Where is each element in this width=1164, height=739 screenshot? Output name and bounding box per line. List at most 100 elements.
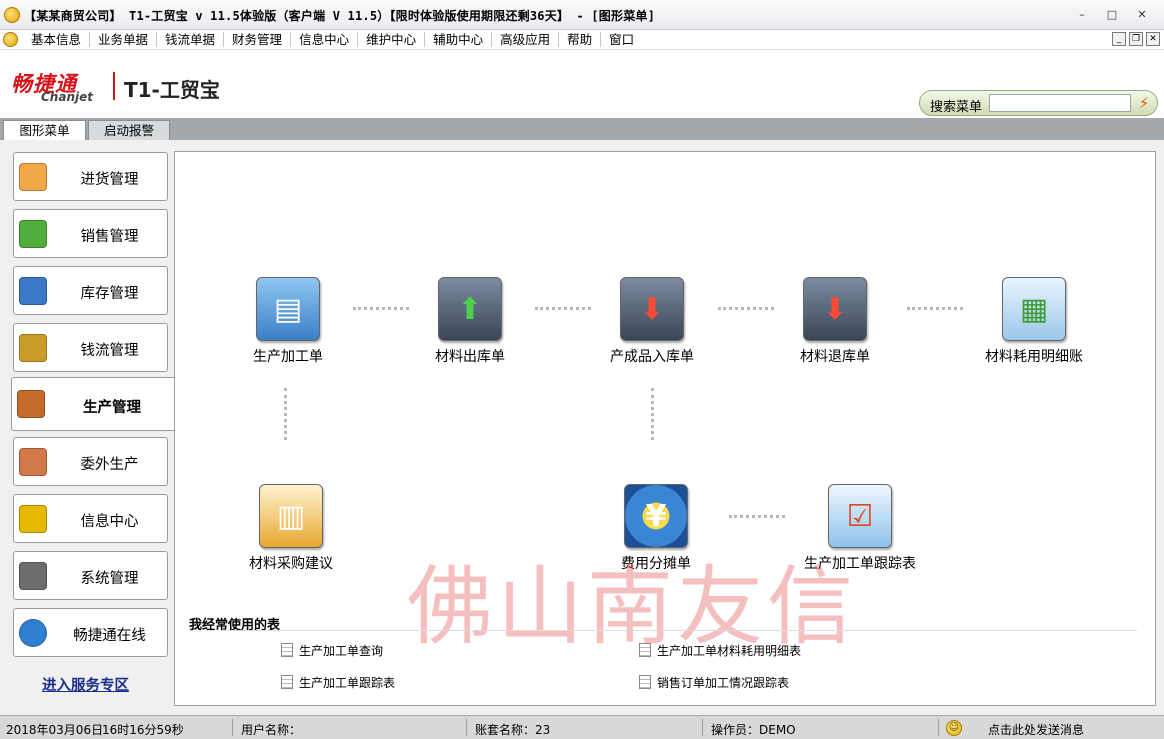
flow-connector bbox=[729, 515, 785, 518]
mdi-restore-button[interactable]: ❐ bbox=[1129, 32, 1143, 46]
status-time: 16时16分59秒 bbox=[102, 723, 184, 737]
status-divider bbox=[938, 719, 939, 736]
menu-cashflow-docs[interactable]: 钱流单据 bbox=[157, 32, 225, 47]
menu-app-icon[interactable] bbox=[3, 32, 18, 47]
nav-production[interactable]: 生产管理 bbox=[11, 377, 174, 431]
flow-production-order[interactable]: ▤ 生产加工单 bbox=[213, 277, 363, 366]
menu-maintenance[interactable]: 维护中心 bbox=[358, 32, 426, 47]
nav-label: 委外生产 bbox=[80, 457, 139, 473]
brand-header: 畅捷通 Chanjet T1-工贸宝 搜索菜单 ⚡ bbox=[0, 50, 1164, 118]
nav-label: 信息中心 bbox=[80, 514, 139, 530]
menu-business-docs[interactable]: 业务单据 bbox=[90, 32, 158, 47]
status-bar: 2018年03月06日 16时16分59秒 用户名称： 账套名称：23 操作员：… bbox=[0, 715, 1164, 739]
status-date: 2018年03月06日 bbox=[6, 723, 104, 737]
nav-sales[interactable]: 销售管理 bbox=[13, 209, 168, 258]
cashflow-icon bbox=[19, 334, 47, 362]
nav-label: 销售管理 bbox=[80, 229, 139, 245]
online-globe-icon bbox=[19, 619, 47, 647]
nav-inventory[interactable]: 库存管理 bbox=[13, 266, 168, 315]
system-settings-icon bbox=[19, 562, 47, 590]
mdi-close-button[interactable]: ✕ bbox=[1146, 32, 1160, 46]
fav-link-sales-tracking[interactable]: 销售订单加工情况跟踪表 bbox=[639, 674, 789, 691]
production-order-icon: ▤ bbox=[256, 277, 320, 341]
menu-advanced[interactable]: 高级应用 bbox=[492, 32, 560, 47]
search-label: 搜索菜单 bbox=[930, 100, 983, 115]
module-nav: 进货管理 销售管理 库存管理 钱流管理 生产管理 委外生产 信息中心 系统管理 bbox=[0, 140, 174, 715]
status-user: 用户名称： bbox=[241, 723, 302, 737]
menu-help[interactable]: 帮助 bbox=[559, 32, 602, 47]
flow-material-return[interactable]: ⬇ 材料退库单 bbox=[760, 277, 910, 366]
nav-info-center[interactable]: 信息中心 bbox=[13, 494, 168, 543]
nav-label: 畅捷通在线 bbox=[73, 628, 146, 644]
flow-connector bbox=[284, 388, 287, 440]
flow-panel: ▤ 生产加工单 ⬆ 材料出库单 ⬇ 产成品入库单 ⬇ 材料退库单 ▦ 材料耗用明… bbox=[174, 151, 1156, 706]
service-zone-link[interactable]: 进入服务专区 bbox=[42, 674, 129, 695]
menu-finance[interactable]: 财务管理 bbox=[224, 32, 292, 47]
status-divider bbox=[232, 719, 233, 736]
nav-label: 系统管理 bbox=[80, 571, 139, 587]
flow-label: 产成品入库单 bbox=[610, 349, 694, 365]
menu-window[interactable]: 窗口 bbox=[601, 32, 642, 47]
mdi-minimize-button[interactable]: _ bbox=[1112, 32, 1126, 46]
tab-startup-alerts[interactable]: 启动报警 bbox=[88, 120, 170, 140]
fav-link-material-usage[interactable]: 生产加工单材料耗用明细表 bbox=[639, 642, 801, 659]
favorites-divider bbox=[223, 630, 1137, 631]
production-icon bbox=[17, 390, 45, 418]
smiley-icon[interactable]: ☺ bbox=[946, 720, 962, 736]
flow-label: 材料退库单 bbox=[800, 349, 870, 365]
flow-connector bbox=[651, 388, 654, 440]
flow-label: 生产加工单 bbox=[253, 349, 323, 365]
flow-material-out[interactable]: ⬆ 材料出库单 bbox=[395, 277, 545, 366]
product-name: T1-工贸宝 bbox=[124, 78, 220, 102]
send-message-link[interactable]: 点击此处发送消息 bbox=[988, 721, 1084, 738]
nav-label: 生产管理 bbox=[83, 400, 141, 416]
flow-label: 材料出库单 bbox=[435, 349, 505, 365]
document-icon bbox=[281, 675, 293, 689]
flow-material-usage[interactable]: ▦ 材料耗用明细账 bbox=[959, 277, 1109, 366]
flow-product-in[interactable]: ⬇ 产成品入库单 bbox=[577, 277, 727, 366]
status-account: 账套名称：23 bbox=[475, 723, 551, 737]
document-icon bbox=[639, 643, 651, 657]
flow-connector bbox=[907, 307, 963, 310]
nav-system[interactable]: 系统管理 bbox=[13, 551, 168, 600]
close-button[interactable]: ✕ bbox=[1131, 6, 1153, 24]
fav-link-order-tracking[interactable]: 生产加工单跟踪表 bbox=[281, 674, 395, 691]
favorites-section: 我经常使用的表 生产加工单查询 生产加工单材料耗用明细表 生产加工单跟踪表 销售… bbox=[189, 614, 1141, 690]
document-icon bbox=[639, 675, 651, 689]
menu-basic-info[interactable]: 基本信息 bbox=[23, 32, 91, 47]
flow-label: 材料采购建议 bbox=[249, 556, 333, 572]
outsourcing-icon bbox=[19, 448, 47, 476]
window-title: 【某某商贸公司】 T1-工贸宝 v 11.5体验版（客户端 V 11.5）【限时… bbox=[24, 9, 656, 23]
status-divider bbox=[466, 719, 467, 736]
maximize-button[interactable]: □ bbox=[1101, 6, 1123, 24]
menu-bar: 基本信息 业务单据 钱流单据 财务管理 信息中心 维护中心 辅助中心 高级应用 … bbox=[0, 30, 1164, 50]
product-in-icon: ⬇ bbox=[620, 277, 684, 341]
purchase-icon bbox=[19, 163, 47, 191]
nav-label: 钱流管理 bbox=[80, 343, 139, 359]
nav-purchase[interactable]: 进货管理 bbox=[13, 152, 168, 201]
logo-divider bbox=[113, 72, 115, 100]
document-icon bbox=[281, 643, 293, 657]
flow-purchase-suggestion[interactable]: ▥ 材料采购建议 bbox=[216, 484, 366, 573]
search-go-icon[interactable]: ⚡ bbox=[1134, 93, 1154, 113]
sales-basket-icon bbox=[19, 220, 47, 248]
menu-assist[interactable]: 辅助中心 bbox=[425, 32, 493, 47]
purchase-suggestion-icon: ▥ bbox=[259, 484, 323, 548]
nav-online[interactable]: 畅捷通在线 bbox=[13, 608, 168, 657]
minimize-button[interactable]: – bbox=[1071, 6, 1093, 24]
material-usage-icon: ▦ bbox=[1002, 277, 1066, 341]
nav-cashflow[interactable]: 钱流管理 bbox=[13, 323, 168, 372]
app-icon bbox=[4, 7, 20, 23]
material-out-icon: ⬆ bbox=[438, 277, 502, 341]
menu-info-center[interactable]: 信息中心 bbox=[291, 32, 359, 47]
title-bar: 【某某商贸公司】 T1-工贸宝 v 11.5体验版（客户端 V 11.5）【限时… bbox=[0, 0, 1164, 30]
fav-link-order-query[interactable]: 生产加工单查询 bbox=[281, 642, 383, 659]
chanjet-logo-en: Chanjet bbox=[41, 90, 93, 104]
tab-strip: 图形菜单 启动报警 bbox=[0, 118, 1164, 140]
nav-outsourcing[interactable]: 委外生产 bbox=[13, 437, 168, 486]
search-input[interactable] bbox=[989, 94, 1131, 112]
tab-graphic-menu[interactable]: 图形菜单 bbox=[3, 120, 86, 140]
flow-label: 材料耗用明细账 bbox=[985, 349, 1083, 365]
nav-label: 库存管理 bbox=[80, 286, 139, 302]
info-center-icon bbox=[19, 505, 47, 533]
